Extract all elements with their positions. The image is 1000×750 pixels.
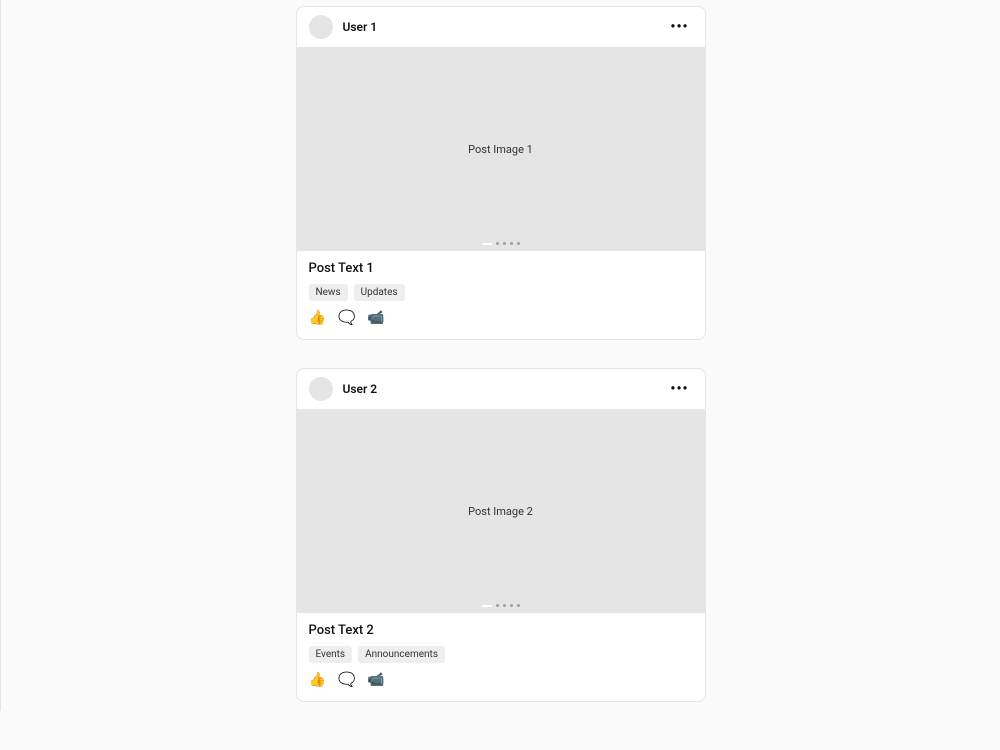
post-body: Post Text 1 News Updates 👍 🗨️ 📹 — [297, 251, 705, 339]
carousel-dot-icon — [496, 242, 499, 245]
post-image-label: Post Image 1 — [468, 143, 533, 156]
post-header: User 1 ••• — [297, 7, 705, 47]
post-user[interactable]: User 2 — [309, 377, 378, 401]
tag[interactable]: Announcements — [358, 646, 445, 663]
tag[interactable]: Events — [309, 646, 353, 663]
post-text: Post Text 2 — [309, 623, 693, 638]
carousel-dot-icon — [517, 242, 520, 245]
post-user[interactable]: User 1 — [309, 15, 378, 39]
post-image-label: Post Image 2 — [468, 505, 533, 518]
more-options-icon[interactable]: ••• — [666, 17, 692, 37]
more-options-icon[interactable]: ••• — [666, 379, 692, 399]
share-icon[interactable]: 📹 — [367, 311, 384, 325]
like-icon[interactable]: 👍 — [309, 311, 326, 325]
avatar[interactable] — [309, 377, 333, 401]
post-card: User 1 ••• Post Image 1 Post Text 1 News… — [296, 6, 706, 340]
carousel-dot-icon — [496, 604, 499, 607]
carousel-indicator — [482, 604, 520, 607]
post-card: User 2 ••• Post Image 2 Post Text 2 Even… — [296, 368, 706, 702]
post-body: Post Text 2 Events Announcements 👍 🗨️ 📹 — [297, 613, 705, 701]
carousel-current-icon — [482, 243, 492, 245]
carousel-dot-icon — [503, 604, 506, 607]
post-actions: 👍 🗨️ 📹 — [309, 673, 693, 687]
post-tags: Events Announcements — [309, 646, 693, 663]
carousel-current-icon — [482, 605, 492, 607]
carousel-dot-icon — [510, 604, 513, 607]
carousel-indicator — [482, 242, 520, 245]
avatar[interactable] — [309, 15, 333, 39]
carousel-dot-icon — [510, 242, 513, 245]
post-header: User 2 ••• — [297, 369, 705, 409]
post-image[interactable]: Post Image 2 — [297, 409, 705, 613]
username[interactable]: User 2 — [343, 382, 378, 396]
carousel-dot-icon — [503, 242, 506, 245]
carousel-dot-icon — [517, 604, 520, 607]
post-tags: News Updates — [309, 284, 693, 301]
share-icon[interactable]: 📹 — [367, 673, 384, 687]
comment-icon[interactable]: 🗨️ — [338, 673, 355, 687]
tag[interactable]: News — [309, 284, 348, 301]
post-image[interactable]: Post Image 1 — [297, 47, 705, 251]
tag[interactable]: Updates — [354, 284, 405, 301]
post-actions: 👍 🗨️ 📹 — [309, 311, 693, 325]
like-icon[interactable]: 👍 — [309, 673, 326, 687]
username[interactable]: User 1 — [343, 20, 378, 34]
comment-icon[interactable]: 🗨️ — [338, 311, 355, 325]
post-text: Post Text 1 — [309, 261, 693, 276]
feed-container: User 1 ••• Post Image 1 Post Text 1 News… — [296, 0, 706, 750]
